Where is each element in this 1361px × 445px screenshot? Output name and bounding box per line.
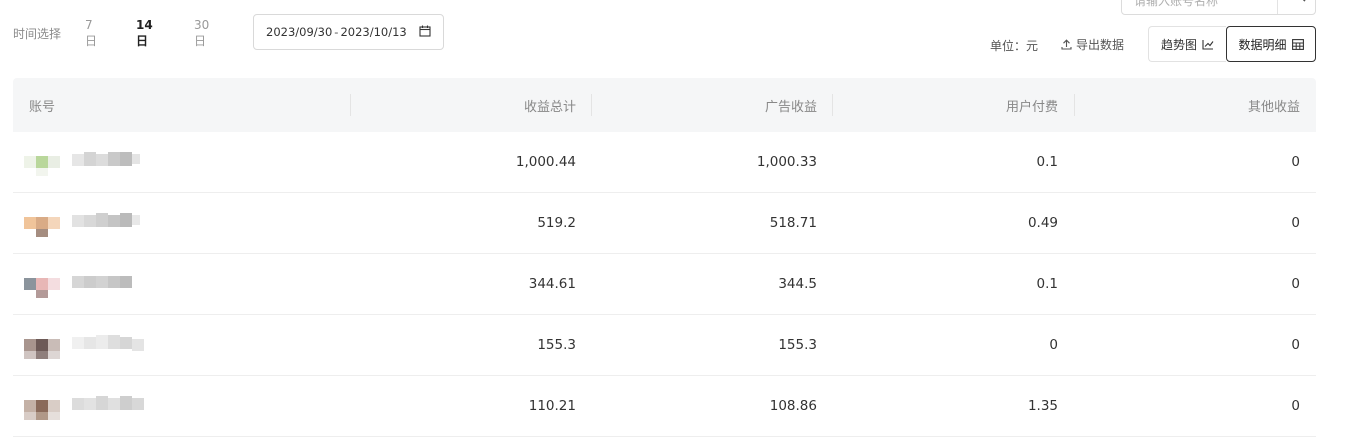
date-end: 2023/10/13: [340, 25, 407, 39]
column-divider: [1074, 94, 1075, 116]
column-divider: [591, 94, 592, 116]
search-icon[interactable]: [1289, 0, 1307, 3]
search-divider: [1277, 0, 1278, 14]
total-revenue-cell: 1,000.44: [515, 154, 576, 170]
table-row: 110.21 108.86 1.35 0: [13, 376, 1316, 437]
time-option-7d[interactable]: 7日: [85, 18, 97, 49]
ad-revenue-cell: 518.71: [769, 215, 817, 231]
user-pay-cell: 0.49: [1027, 215, 1058, 231]
account-name-blurred: [72, 152, 140, 166]
upload-icon: [1061, 39, 1072, 50]
column-header-total: 收益总计: [523, 100, 576, 115]
table-row: 519.2 518.71 0.49 0: [13, 193, 1316, 254]
avatar: [24, 217, 60, 237]
trend-chart-label: 趋势图: [1160, 37, 1197, 52]
avatar: [24, 278, 60, 298]
table-icon: [1291, 38, 1304, 50]
ad-revenue-cell: 344.5: [778, 276, 817, 292]
time-filter-label: 时间选择: [13, 26, 62, 41]
account-search-box: [1121, 0, 1316, 15]
column-header-user-pay: 用户付费: [1005, 100, 1058, 115]
account-name-blurred: [72, 396, 144, 410]
ad-revenue-cell: 108.86: [769, 398, 817, 414]
data-detail-button[interactable]: 数据明细: [1226, 26, 1316, 62]
account-search-input[interactable]: [1122, 0, 1276, 14]
total-revenue-cell: 519.2: [537, 215, 576, 231]
avatar: [24, 156, 60, 176]
calendar-icon: [419, 25, 431, 37]
other-revenue-cell: 0: [1291, 276, 1300, 292]
line-chart-icon: [1202, 39, 1214, 50]
user-pay-cell: 0.1: [1036, 154, 1058, 170]
table-row: 155.3 155.3 0 0: [13, 315, 1316, 376]
unit-label: 单位：元: [990, 39, 1039, 53]
column-header-other: 其他收益: [1247, 100, 1300, 115]
date-separator: -: [334, 25, 339, 39]
total-revenue-cell: 344.61: [528, 276, 576, 292]
account-name-blurred: [72, 276, 132, 288]
user-pay-cell: 1.35: [1027, 398, 1058, 414]
account-name-blurred: [72, 213, 140, 227]
account-name-blurred: [72, 335, 144, 351]
avatar: [24, 400, 60, 420]
revenue-table: 账号 收益总计 广告收益 用户付费 其他收益 1,000.44 1,000.33…: [13, 78, 1316, 437]
avatar: [24, 339, 60, 359]
trend-chart-button[interactable]: 趋势图: [1148, 26, 1226, 62]
user-pay-cell: 0: [1049, 337, 1058, 353]
data-detail-label: 数据明细: [1238, 37, 1287, 52]
other-revenue-cell: 0: [1291, 398, 1300, 414]
ad-revenue-cell: 1,000.33: [756, 154, 817, 170]
other-revenue-cell: 0: [1291, 337, 1300, 353]
ad-revenue-cell: 155.3: [778, 337, 817, 353]
time-option-30d[interactable]: 30日: [194, 18, 209, 49]
other-revenue-cell: 0: [1291, 154, 1300, 170]
user-pay-cell: 0.1: [1036, 276, 1058, 292]
view-toggle: 趋势图 数据明细: [1148, 26, 1316, 62]
table-row: 344.61 344.5 0.1 0: [13, 254, 1316, 315]
date-range-picker[interactable]: 2023/09/30 - 2023/10/13: [253, 14, 444, 50]
time-option-14d[interactable]: 14日: [136, 18, 153, 49]
total-revenue-cell: 155.3: [537, 337, 576, 353]
other-revenue-cell: 0: [1291, 215, 1300, 231]
column-divider: [350, 94, 351, 116]
column-header-ad-revenue: 广告收益: [764, 100, 817, 115]
total-revenue-cell: 110.21: [528, 398, 576, 414]
table-header: 账号 收益总计 广告收益 用户付费 其他收益: [13, 78, 1316, 132]
time-filter: 时间选择 7日 14日 30日: [13, 18, 209, 48]
column-header-account: 账号: [29, 100, 56, 115]
table-row: 1,000.44 1,000.33 0.1 0: [13, 132, 1316, 193]
column-divider: [832, 94, 833, 116]
export-data-label: 导出数据: [1076, 38, 1125, 52]
date-start: 2023/09/30: [266, 25, 333, 39]
export-data-button[interactable]: 导出数据: [1061, 36, 1124, 53]
